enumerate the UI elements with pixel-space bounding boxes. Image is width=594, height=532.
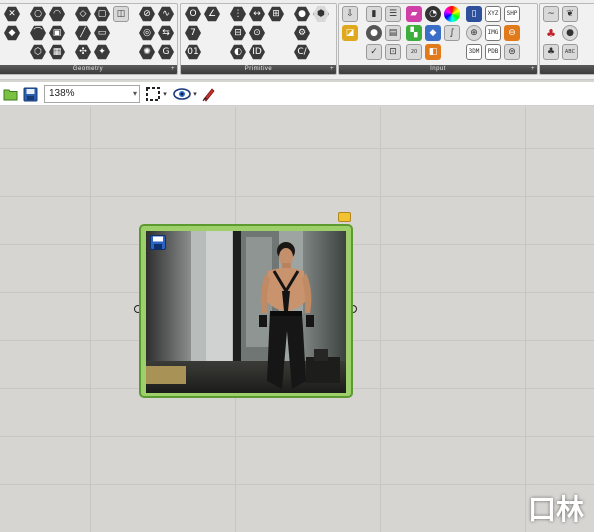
panel-geometry-label[interactable]: Geometry + [0, 65, 177, 74]
digit-scroller-icon[interactable]: ▤ [385, 25, 401, 41]
curve-param-icon[interactable]: ⌒ [30, 25, 46, 41]
canvas-toolbar: 138% ▾ ▾ ▾ [0, 82, 594, 106]
import-image-icon[interactable]: IMG [485, 25, 501, 41]
import-xyz-icon[interactable]: XYZ [485, 6, 501, 22]
data-param-icon[interactable]: ⬢ [313, 6, 329, 22]
image-viewer-component[interactable] [139, 224, 353, 398]
chevron-down-icon: ▾ [193, 91, 197, 98]
integer-param-icon[interactable]: 7 [185, 25, 201, 41]
expand-icon[interactable]: + [531, 65, 535, 74]
rectangle-param-icon[interactable]: ▭ [94, 25, 110, 41]
binary-param-icon[interactable]: 01 [185, 44, 201, 60]
panel-primitive: O ∠ 7 01 ⋮ ↔ ⊞ ⊟ ⊙ ◐ ID ● ⬢ ⚙ C/ Primiti… [180, 3, 337, 75]
import-coordinates-icon[interactable]: ⊜ [504, 44, 520, 60]
surface-param-icon[interactable]: ▣ [49, 25, 65, 41]
complex-param-icon[interactable]: ⊙ [249, 25, 265, 41]
atom-data-icon[interactable]: ▯ [466, 6, 482, 22]
colour-param-icon[interactable]: ● [294, 6, 310, 22]
tree-icon[interactable]: ♣ [543, 44, 559, 60]
import-3dm-icon[interactable]: 3DM [466, 44, 482, 60]
button-icon[interactable]: ● [366, 25, 382, 41]
chevron-down-icon[interactable]: ▾ [133, 86, 137, 102]
eye-icon [173, 88, 192, 100]
select-frame-icon [146, 87, 161, 101]
domain-param-icon[interactable]: ⋮ [230, 6, 246, 22]
culture-param-icon[interactable]: C/ [294, 44, 310, 60]
boolean-param-icon[interactable]: O [185, 6, 201, 22]
path-param-icon[interactable]: ⚙ [294, 25, 310, 41]
transform-param-icon[interactable]: ⇆ [158, 25, 174, 41]
chevron-down-icon: ▾ [163, 91, 167, 98]
read-file-icon[interactable]: ⊕ [466, 25, 482, 41]
graph-mapper-icon[interactable]: ◆ [425, 25, 441, 41]
cherry-icon[interactable]: ♣ [543, 25, 559, 41]
calendar-icon[interactable]: ✓ [366, 44, 382, 60]
sphere-icon[interactable]: ● [562, 25, 578, 41]
group-param-icon[interactable]: ◫ [113, 6, 129, 22]
expand-icon[interactable]: + [171, 65, 175, 74]
panel-primitive-label[interactable]: Primitive + [181, 65, 336, 74]
circle-param-icon[interactable]: ○ [30, 6, 46, 22]
panel-icon[interactable]: ◪ [342, 25, 358, 41]
component-ribbon: ✕ ◆ ○ ◠ ⌒ ▣ ⬡ ▦ ◇ ▢ ◫ ╱ ▭ ✣ ✦ ⊘ ∿ ◎ ⇆ ✺ … [0, 0, 594, 80]
panel-input-label[interactable]: Input + [339, 65, 537, 74]
panel-util-label[interactable] [540, 65, 594, 74]
toggle-icon[interactable]: ▮ [366, 6, 382, 22]
zoom-value: 138% [49, 88, 75, 99]
location-param-icon[interactable]: ◎ [139, 25, 155, 41]
number-param-icon[interactable]: ⊟ [230, 25, 246, 41]
preview-mode-button[interactable]: ▾ [172, 86, 198, 102]
cache-param-icon[interactable]: G [158, 44, 174, 60]
open-file-icon[interactable] [2, 86, 18, 102]
atom-param-icon[interactable]: ✺ [139, 44, 155, 60]
object-details-icon[interactable]: ⊖ [504, 25, 520, 41]
geometry-param-icon[interactable]: ✦ [94, 44, 110, 60]
image-sampler-icon[interactable]: ◧ [425, 44, 441, 60]
message-balloon-icon[interactable] [338, 212, 351, 222]
control-knob-icon[interactable]: ◔ [425, 6, 441, 22]
zoom-combo[interactable]: 138% ▾ [44, 85, 140, 103]
plane-param-icon[interactable]: ◇ [75, 6, 91, 22]
guid-param-icon[interactable]: ID [249, 44, 265, 60]
number-slider-icon[interactable]: ⇩ [342, 6, 358, 22]
sketch-tool-button[interactable]: ▾ [144, 86, 168, 102]
vector-param-icon[interactable]: ◆ [4, 25, 20, 41]
import-pdb-icon[interactable]: PDB [485, 44, 501, 60]
mesh-face-param-icon[interactable]: ⊘ [139, 6, 155, 22]
gradient-icon[interactable]: ▚ [406, 25, 422, 41]
interval-param-icon[interactable]: ↔ [249, 6, 265, 22]
import-shp-icon[interactable]: SHP [504, 6, 520, 22]
pen-icon [202, 88, 215, 102]
floppy-disk-icon[interactable] [150, 235, 166, 250]
arc-param-icon[interactable]: ◠ [49, 6, 65, 22]
field-param-icon[interactable]: ✣ [75, 44, 91, 60]
angle-param-icon[interactable]: ∠ [204, 6, 220, 22]
expand-icon[interactable]: + [330, 65, 334, 74]
mesh-param-icon[interactable]: ▦ [49, 44, 65, 60]
abc-text-icon[interactable]: ABC [562, 44, 578, 60]
watermark-text: 口林 [528, 493, 585, 526]
image-preview [146, 231, 346, 393]
brep-param-icon[interactable]: ⬡ [30, 44, 46, 60]
group-icon[interactable]: ❦ [562, 6, 578, 22]
colour-swatch-icon[interactable]: ▰ [406, 6, 422, 22]
panel-input: ⇩ ◪ ▮ ☰ ● ▤ ✓ ⊡ ▰ ◔ ▚ ◆ ∫ 20 ◧ ▯ XYZ SHP… [338, 3, 538, 75]
panel-util: ~ ❦ ♣ ● ♣ ABC [539, 3, 594, 75]
swirl-icon[interactable]: ~ [543, 6, 559, 22]
value-list-icon[interactable]: ☰ [385, 6, 401, 22]
box-param-icon[interactable]: ▢ [94, 6, 110, 22]
photo-content [146, 231, 346, 393]
shader-param-icon[interactable]: ◐ [230, 44, 246, 60]
clock-icon[interactable]: ⊡ [385, 44, 401, 60]
save-file-icon[interactable] [22, 86, 38, 102]
panel-geometry: ✕ ◆ ○ ◠ ⌒ ▣ ⬡ ▦ ◇ ▢ ◫ ╱ ▭ ✣ ✦ ⊘ ∿ ◎ ⇆ ✺ … [0, 3, 178, 75]
bezier-graph-icon[interactable]: ∫ [444, 25, 460, 41]
slider-number-icon[interactable]: 20 [406, 44, 422, 60]
point-param-icon[interactable]: ✕ [4, 6, 20, 22]
twisted-box-param-icon[interactable]: ∿ [158, 6, 174, 22]
pen-tool-button[interactable] [200, 86, 218, 102]
line-param-icon[interactable]: ╱ [75, 25, 91, 41]
colour-wheel-icon[interactable] [444, 6, 460, 22]
matrix-param-icon[interactable]: ⊞ [268, 6, 284, 22]
